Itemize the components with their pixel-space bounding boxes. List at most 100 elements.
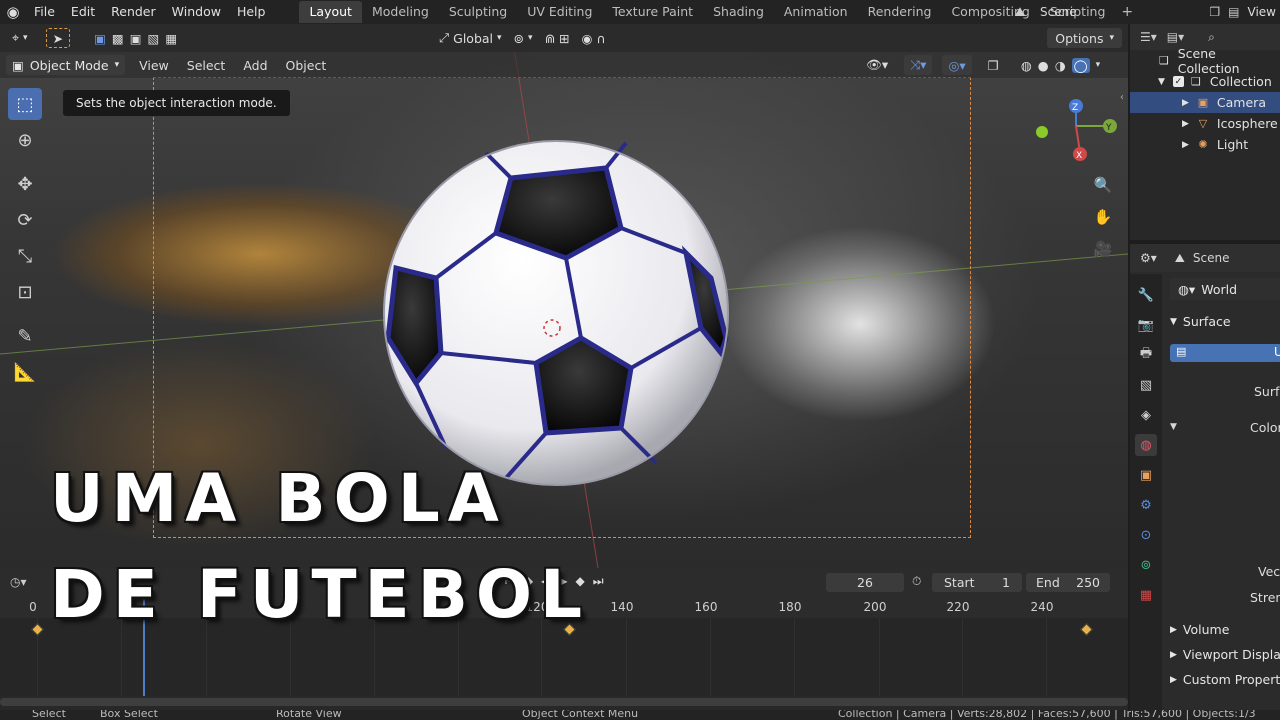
texture-tab-icon[interactable]: ▦ xyxy=(1135,584,1157,606)
menu-render[interactable]: Render xyxy=(103,0,164,24)
timeline-scrollbar[interactable] xyxy=(0,698,1128,706)
select-new-icon[interactable]: ▣ xyxy=(94,31,106,46)
jump-end-icon[interactable]: ⏭ xyxy=(593,574,604,589)
current-frame-field[interactable]: 26 xyxy=(826,573,904,592)
keyframe-marker[interactable] xyxy=(31,623,44,636)
render-tab-icon[interactable]: 📷 xyxy=(1135,314,1157,336)
solid-shading-icon[interactable]: ● xyxy=(1038,58,1049,73)
select-box-tool-icon[interactable]: ⬚ xyxy=(8,88,42,120)
snap-toggle[interactable]: ⋒ ⊞ xyxy=(539,28,576,48)
tool-tab-icon[interactable]: 🔧 xyxy=(1135,284,1157,306)
chevron-down-icon[interactable]: ▼ xyxy=(1170,422,1177,432)
modifier-tab-icon[interactable]: ⚙ xyxy=(1135,494,1157,516)
select-intersect-icon[interactable]: ▦ xyxy=(165,31,177,46)
visibility-icon[interactable]: 👁▾ xyxy=(860,55,894,75)
physics-tab-icon[interactable]: ⊚ xyxy=(1135,554,1157,576)
camera-view-icon[interactable]: 🎥 xyxy=(1090,240,1116,260)
outliner-collection[interactable]: ▼ ✓ ❑ Collection xyxy=(1130,71,1280,92)
outliner-scene-collection[interactable]: ❑ Scene Collection xyxy=(1130,46,1280,76)
properties-editor-icon[interactable]: ⚙▾ xyxy=(1140,251,1157,265)
wireframe-shading-icon[interactable]: ◍ xyxy=(1021,58,1032,73)
world-tab-icon[interactable]: ◍ xyxy=(1135,434,1157,456)
blender-logo-icon[interactable]: ◉ xyxy=(0,0,26,24)
transform-tool-icon[interactable]: ⊡ xyxy=(8,276,42,308)
tab-rendering[interactable]: Rendering xyxy=(858,1,942,23)
object-tab-icon[interactable]: ▣ xyxy=(1135,464,1157,486)
outliner-item-camera[interactable]: ▶ ▣ Camera xyxy=(1130,92,1280,113)
outliner-editor-icon[interactable]: ☰▾ xyxy=(1140,30,1157,44)
scene-tab-icon[interactable]: ◈ xyxy=(1135,404,1157,426)
view-layer-tab-icon[interactable]: ▧ xyxy=(1135,374,1157,396)
editor-type-button[interactable]: ⌖ ▾ xyxy=(6,28,34,48)
expand-arrow-icon[interactable]: ▶ xyxy=(1182,140,1189,150)
custom-properties-panel[interactable]: ▶ Custom Properti xyxy=(1170,672,1280,687)
viewport-menu-view[interactable]: View xyxy=(133,55,175,75)
collapse-sidebar-icon[interactable]: ‹ xyxy=(1117,92,1127,112)
display-mode-icon[interactable]: ▤▾ xyxy=(1167,30,1184,44)
tab-modeling[interactable]: Modeling xyxy=(362,1,439,23)
collection-checkbox[interactable]: ✓ xyxy=(1172,76,1184,87)
viewport-display-panel[interactable]: ▶ Viewport Display xyxy=(1170,647,1280,662)
scale-tool-icon[interactable]: ⤡ xyxy=(8,240,42,272)
options-dropdown[interactable]: Options ▾ xyxy=(1047,28,1122,48)
viewport-menu-add[interactable]: Add xyxy=(237,55,273,75)
tab-texture-paint[interactable]: Texture Paint xyxy=(602,1,703,23)
measure-tool-icon[interactable]: 📐 xyxy=(8,356,42,388)
pivot-point-dropdown[interactable]: ⊚ ▾ xyxy=(508,28,539,48)
rendered-shading-icon[interactable]: ◯ xyxy=(1071,57,1090,73)
select-subtract-icon[interactable]: ▣ xyxy=(130,31,142,46)
use-nodes-button[interactable]: ▤ Us xyxy=(1170,344,1280,362)
outliner[interactable]: ☰▾ ▤▾ ⌕ ❑ Scene Collection ▼ ✓ ❑ Collect… xyxy=(1130,24,1280,240)
search-icon[interactable]: ⌕ xyxy=(1208,30,1215,45)
new-scene-icon[interactable]: ❐ xyxy=(1209,5,1220,19)
tab-sculpting[interactable]: Sculpting xyxy=(439,1,517,23)
xray-toggle-icon[interactable]: ❐ xyxy=(982,55,1005,75)
timeline-editor-type-icon[interactable]: ◷▾ xyxy=(10,575,27,589)
expand-arrow-icon[interactable]: ▶ xyxy=(1182,98,1189,108)
pan-hand-icon[interactable]: ✋ xyxy=(1090,208,1116,228)
select-extend-icon[interactable]: ▩ xyxy=(112,31,124,46)
gizmo-toggle-icon[interactable]: ⤨▾ xyxy=(904,55,933,75)
proportional-edit-toggle[interactable]: ◉ ∩ xyxy=(576,28,612,48)
expand-arrow-icon[interactable]: ▶ xyxy=(1182,119,1189,129)
view-layer-icon[interactable]: ▤ xyxy=(1228,5,1239,19)
shading-mode-icons[interactable]: ◍ ● ◑ ◯ ▾ xyxy=(1015,55,1106,75)
move-tool-icon[interactable]: ✥ xyxy=(8,168,42,200)
zoom-icon[interactable]: 🔍 xyxy=(1090,176,1116,196)
object-mode-dropdown[interactable]: ▣ Object Mode ▾ xyxy=(6,55,126,75)
menu-window[interactable]: Window xyxy=(164,0,229,24)
expand-arrow-icon[interactable]: ▼ xyxy=(1158,77,1165,87)
rotate-tool-icon[interactable]: ⟳ xyxy=(8,204,42,236)
outliner-item-icosphere[interactable]: ▶ ▽ Icosphere xyxy=(1130,113,1280,134)
overlay-toggle-icon[interactable]: ◎▾ xyxy=(942,55,972,75)
timeline-editor[interactable]: ◷▾ ⏮ ◆ ◀ ▶ ◆ ⏭ 26 ⏱ Start 1 End 250 0 12… xyxy=(0,560,1128,710)
tab-animation[interactable]: Animation xyxy=(774,1,858,23)
select-invert-icon[interactable]: ▧ xyxy=(148,31,160,46)
scene-selector[interactable]: ⛰ Scene xyxy=(1006,0,1154,24)
world-selector[interactable]: ◍▾ World xyxy=(1170,278,1280,300)
menu-edit[interactable]: Edit xyxy=(63,0,103,24)
navigation-gizmo[interactable]: Z Y X xyxy=(1034,96,1124,176)
start-frame-field[interactable]: Start 1 xyxy=(932,573,1022,592)
menu-file[interactable]: File xyxy=(26,0,63,24)
properties-editor[interactable]: ⚙▾ ⛰ Scene 🔧 📷 🖶 ▧ ◈ ◍ ▣ ⚙ ⊙ ⊚ ▦ ◍▾ Worl… xyxy=(1130,244,1280,710)
tab-layout[interactable]: Layout xyxy=(299,1,362,23)
particles-tab-icon[interactable]: ⊙ xyxy=(1135,524,1157,546)
soccer-ball[interactable] xyxy=(376,128,736,488)
end-frame-field[interactable]: End 250 xyxy=(1026,573,1110,592)
output-tab-icon[interactable]: 🖶 xyxy=(1135,344,1157,366)
select-tool-button[interactable]: ➤ xyxy=(45,28,71,48)
clock-icon[interactable]: ⏱ xyxy=(912,574,921,589)
annotate-tool-icon[interactable]: ✎ xyxy=(8,320,42,352)
viewport-menu-select[interactable]: Select xyxy=(181,55,232,75)
outliner-item-light[interactable]: ▶ ✺ Light xyxy=(1130,134,1280,155)
tab-shading[interactable]: Shading xyxy=(703,1,774,23)
keyframe-marker[interactable] xyxy=(1080,623,1093,636)
select-mode-buttons[interactable]: ▣ ▩ ▣ ▧ ▦ xyxy=(88,28,183,48)
tab-uv-editing[interactable]: UV Editing xyxy=(517,1,602,23)
viewport-menu-object[interactable]: Object xyxy=(280,55,333,75)
cursor-tool-icon[interactable]: ⊕ xyxy=(8,124,42,156)
volume-panel[interactable]: ▶ Volume xyxy=(1170,622,1229,637)
surface-panel-header[interactable]: ▼ Surface xyxy=(1170,314,1231,329)
material-shading-icon[interactable]: ◑ xyxy=(1055,58,1066,73)
